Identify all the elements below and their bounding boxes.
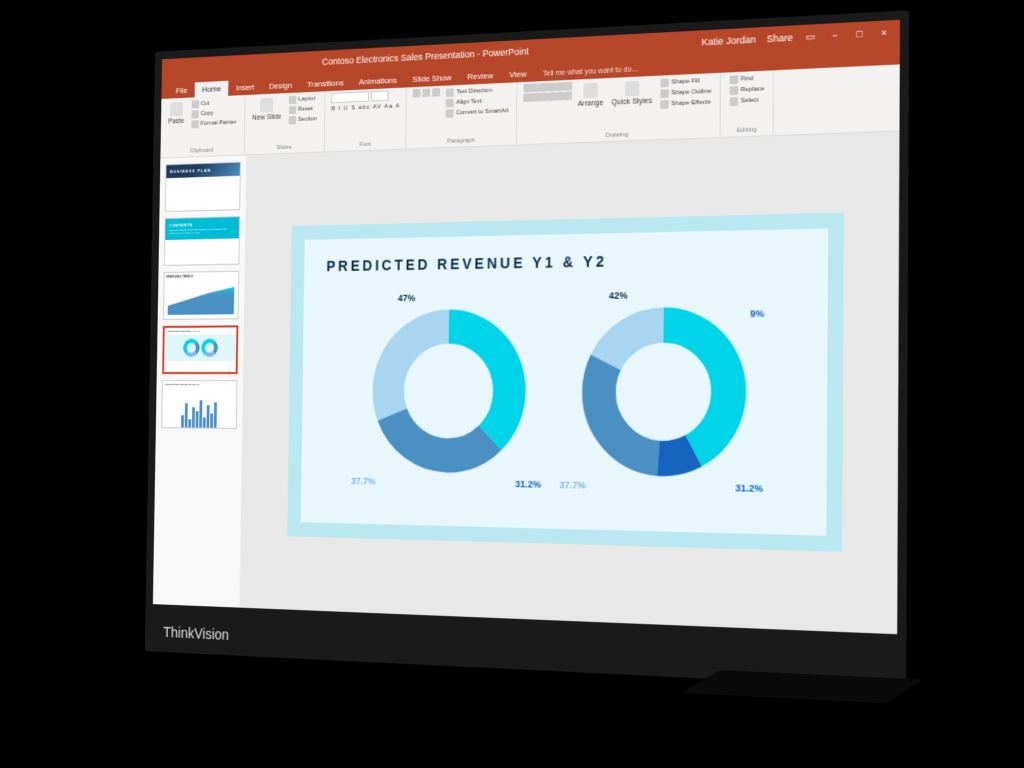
cut-icon — [192, 100, 199, 108]
slide-thumbnail-3[interactable]: EMERGING TRENDS — [163, 271, 239, 320]
shape-fill-icon — [661, 78, 670, 87]
section-button[interactable]: Section — [287, 114, 319, 126]
font-size-select[interactable] — [371, 90, 388, 101]
shape-icon — [540, 92, 548, 101]
bar-icon — [181, 415, 184, 429]
ribbon-group-editing: Find Replace Select Editing — [721, 70, 775, 137]
shape-effects-icon — [660, 100, 669, 109]
chart-label: 42% — [609, 289, 628, 300]
close-icon[interactable]: × — [877, 26, 891, 40]
chart-label: 31.2% — [735, 482, 763, 494]
slide-thumbnails-panel[interactable]: BUSINESS PLAN CONTENTSEMERGING TRENDS PR… — [153, 155, 247, 607]
chart-label: 31.2% — [515, 478, 541, 489]
chart-label: 37.7% — [559, 479, 585, 490]
shape-icon — [564, 91, 572, 100]
chart-label: 47% — [398, 292, 416, 303]
shape-icon — [548, 83, 556, 92]
bar-icon — [188, 419, 191, 429]
bar-icon — [210, 413, 213, 429]
minimize-icon[interactable]: − — [828, 28, 841, 42]
area-chart-icon — [168, 284, 235, 315]
quick-styles-button[interactable]: Quick Styles — [609, 78, 654, 109]
chart-label: 9% — [750, 308, 764, 319]
monitor-frame: Contoso Electronics Sales Presentation -… — [145, 10, 909, 688]
tab-file[interactable]: File — [169, 82, 195, 98]
tab-home[interactable]: Home — [195, 81, 229, 98]
bullets-icon[interactable] — [413, 89, 421, 98]
shape-effects-button[interactable]: Shape Effects — [658, 97, 713, 110]
shape-icon — [548, 92, 556, 101]
new-slide-icon — [260, 98, 273, 113]
quick-styles-icon — [624, 81, 639, 97]
find-icon — [730, 75, 739, 84]
paste-button[interactable]: Paste — [166, 100, 186, 128]
work-area: BUSINESS PLAN CONTENTSEMERGING TRENDS PR… — [153, 132, 900, 635]
indent-icon[interactable] — [433, 88, 441, 97]
format-painter-icon — [191, 120, 198, 128]
format-painter-button[interactable]: Format Painter — [189, 117, 238, 129]
font-family-select[interactable] — [331, 91, 369, 103]
tab-view[interactable]: View — [501, 66, 535, 83]
slide-title[interactable]: PREDICTED REVENUE Y1 & Y2 — [326, 249, 801, 274]
shape-icon — [556, 92, 564, 101]
numbering-icon[interactable] — [423, 88, 431, 97]
donut-chart-y2[interactable]: 42% 9% 31.2% 37.7% — [568, 292, 760, 491]
bar-icon — [196, 411, 199, 429]
donut-icon — [201, 339, 218, 357]
bar-icon — [214, 402, 217, 429]
text-direction-icon — [446, 88, 454, 97]
arrange-button[interactable]: Arrange — [575, 80, 605, 110]
convert-smartart-button[interactable]: Convert to SmartArt — [444, 106, 511, 119]
bar-icon — [185, 404, 188, 429]
donut-chart-y1[interactable]: 47% 31.2% 37.7% — [359, 295, 539, 487]
shape-icon — [524, 93, 532, 102]
slide-thumbnail-1[interactable]: BUSINESS PLAN — [165, 162, 241, 212]
donut-icon — [183, 339, 200, 357]
section-icon — [289, 116, 297, 124]
align-text-icon — [446, 99, 454, 108]
smartart-icon — [446, 109, 454, 118]
shape-icon — [532, 83, 540, 92]
screen: Contoso Electronics Sales Presentation -… — [153, 20, 900, 635]
font-style-buttons[interactable]: B I U S abc AV Aa A — [331, 103, 400, 112]
ribbon-options-icon[interactable]: ▭ — [804, 30, 817, 44]
shape-icon — [524, 84, 532, 93]
monitor-brand: ThinkVision — [163, 624, 229, 643]
maximize-icon[interactable]: □ — [853, 27, 867, 41]
slide-thumbnail-4[interactable]: PREDICTED REVENUE Y1 & Y2 — [162, 325, 238, 374]
tab-insert[interactable]: Insert — [228, 79, 261, 96]
bar-icon — [206, 406, 209, 429]
shape-outline-icon — [661, 89, 670, 98]
replace-icon — [730, 86, 739, 95]
select-button[interactable]: Select — [728, 95, 767, 108]
ribbon-group-clipboard: Paste Cut Copy Format Painter Clipboard — [160, 95, 245, 158]
shape-icon — [540, 83, 548, 92]
shape-icon — [532, 93, 540, 102]
arrange-icon — [583, 83, 598, 99]
new-slide-button[interactable]: New Slide — [250, 95, 283, 124]
layout-icon — [289, 96, 297, 104]
ribbon-group-slides: New Slide Layout Reset Section Slides — [244, 91, 325, 154]
ribbon-group-paragraph: Text Direction Align Text Convert to Sma… — [407, 82, 518, 148]
reset-icon — [289, 106, 297, 114]
bar-icon — [203, 417, 206, 429]
ribbon-group-font: B I U S abc AV Aa A Font — [325, 87, 407, 151]
ribbon-group-drawing: Arrange Quick Styles Shape Fill Shape Ou… — [517, 73, 721, 145]
copy-icon — [191, 110, 198, 118]
shape-icon — [564, 82, 572, 91]
select-icon — [730, 97, 739, 106]
paste-icon — [170, 102, 183, 116]
bar-icon — [192, 407, 195, 428]
chart-label: 37.7% — [351, 475, 376, 486]
current-slide[interactable]: PREDICTED REVENUE Y1 & Y2 47% 3 — [287, 212, 844, 552]
slide-thumbnail-2[interactable]: CONTENTSEMERGING TRENDS PREDICTED REVENU… — [164, 216, 240, 266]
slide-thumbnail-5[interactable]: COMPETITOR REVENUE GRAPH — [161, 380, 237, 429]
shape-icon — [556, 82, 564, 91]
shapes-gallery[interactable] — [524, 82, 572, 102]
user-name[interactable]: Katie Jordan — [701, 34, 755, 48]
slide-canvas[interactable]: PREDICTED REVENUE Y1 & Y2 47% 3 — [239, 132, 899, 635]
share-button[interactable]: Share — [767, 32, 793, 44]
